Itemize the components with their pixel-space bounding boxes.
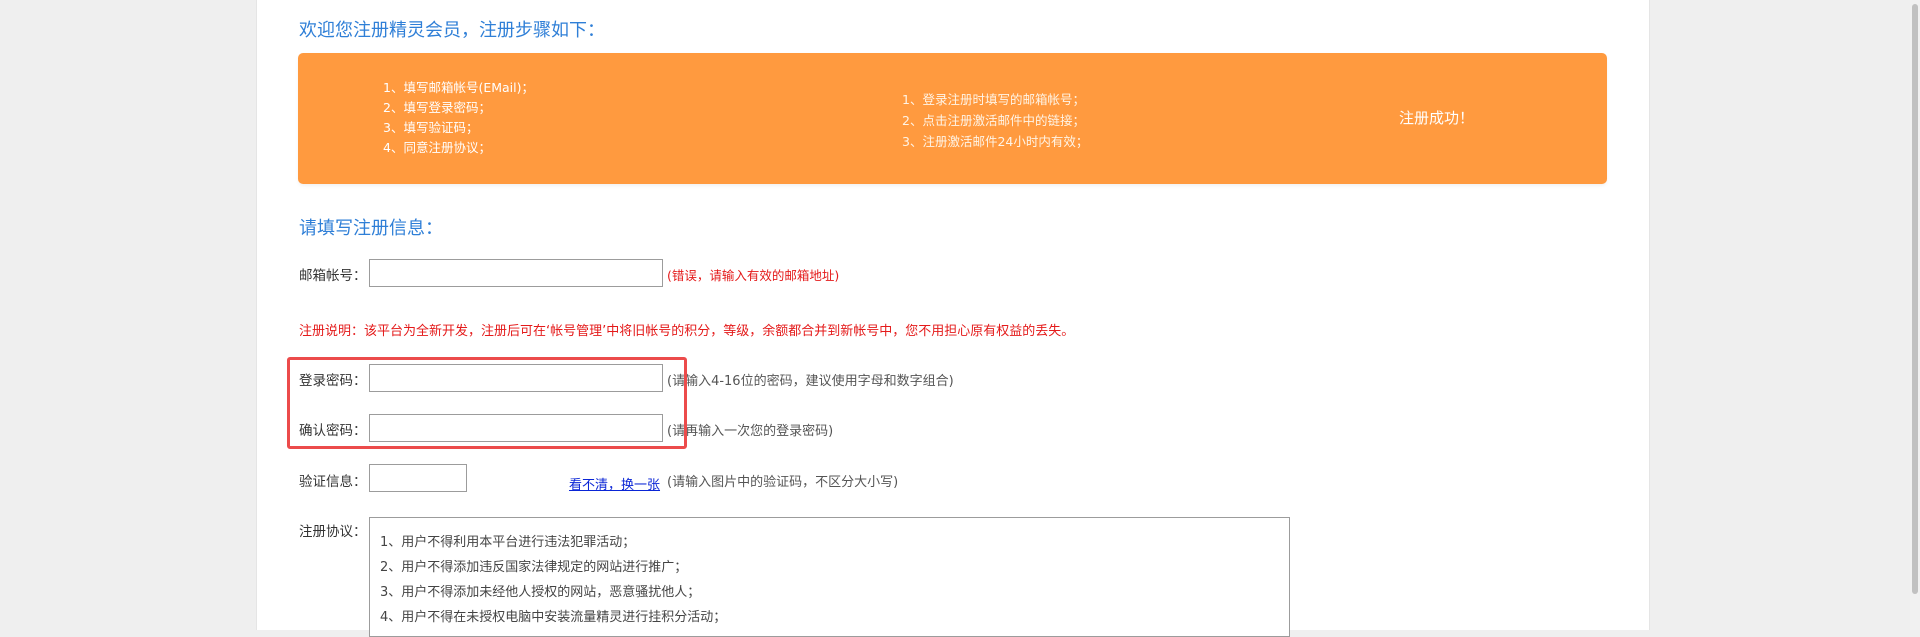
agreement-item: 3、用户不得添加未经他人授权的网站，恶意骚扰他人； bbox=[380, 585, 701, 600]
registration-steps-banner: 1、填写邮箱帐号(EMail)； 2、填写登录密码； 3、填写验证码； 4、同意… bbox=[299, 54, 1606, 183]
email-error-message: (错误，请输入有效的邮箱地址) bbox=[667, 268, 840, 283]
page-scrollbar[interactable] bbox=[1910, 0, 1920, 630]
confirm-password-label: 确认密码： bbox=[299, 423, 367, 439]
password-field[interactable] bbox=[369, 364, 663, 392]
confirm-password-hint: (请再输入一次您的登录密码) bbox=[667, 424, 834, 439]
captcha-label: 验证信息： bbox=[299, 474, 367, 490]
step-1-item: 4、同意注册协议； bbox=[383, 140, 491, 155]
step-1-list: 1、填写邮箱帐号(EMail)； 2、填写登录密码； 3、填写验证码； 4、同意… bbox=[383, 78, 534, 158]
step-1-item: 2、填写登录密码； bbox=[383, 100, 491, 115]
password-hint: (请输入4-16位的密码，建议使用字母和数字组合) bbox=[667, 374, 954, 389]
agreement-item: 1、用户不得利用本平台进行违法犯罪活动； bbox=[380, 535, 636, 550]
step-1-item: 1、填写邮箱帐号(EMail)； bbox=[383, 80, 534, 95]
step-1-item: 3、填写验证码； bbox=[383, 120, 479, 135]
password-label: 登录密码： bbox=[299, 373, 367, 389]
step-2-item: 1、登录注册时填写的邮箱帐号； bbox=[902, 92, 1085, 107]
refresh-captcha-link[interactable]: 看不清，换一张 bbox=[569, 474, 660, 493]
step-2-item: 3、注册激活邮件24小时内有效； bbox=[902, 134, 1089, 149]
fill-info-heading: 请填写注册信息： bbox=[299, 218, 443, 239]
agreement-item: 4、用户不得在未授权电脑中安装流量精灵进行挂积分活动； bbox=[380, 610, 727, 625]
step-2-list: 1、登录注册时填写的邮箱帐号； 2、点击注册激活邮件中的链接； 3、注册激活邮件… bbox=[902, 89, 1088, 152]
agreement-item: 2、用户不得添加违反国家法律规定的网站进行推广； bbox=[380, 560, 688, 575]
registration-page: 欢迎您注册精灵会员，注册步骤如下： 1、填写邮箱帐号(EMail)； 2、填写登… bbox=[256, 0, 1650, 637]
captcha-hint: (请输入图片中的验证码，不区分大小写) bbox=[667, 475, 899, 490]
agreement-label: 注册协议： bbox=[299, 524, 367, 540]
agreement-textarea[interactable]: 1、用户不得利用本平台进行违法犯罪活动； 2、用户不得添加违反国家法律规定的网站… bbox=[369, 517, 1290, 637]
step-3-success: 注册成功！ bbox=[1399, 109, 1475, 127]
registration-notice: 注册说明：该平台为全新开发，注册后可在‘帐号管理’中将旧帐号的积分，等级，余额都… bbox=[299, 324, 1075, 339]
scrollbar-thumb[interactable] bbox=[1912, 4, 1918, 594]
step-2-item: 2、点击注册激活邮件中的链接； bbox=[902, 113, 1085, 128]
captcha-field[interactable] bbox=[369, 464, 467, 492]
email-field[interactable] bbox=[369, 259, 663, 287]
welcome-heading: 欢迎您注册精灵会员，注册步骤如下： bbox=[299, 20, 605, 41]
confirm-password-field[interactable] bbox=[369, 414, 663, 442]
email-label: 邮箱帐号： bbox=[299, 268, 367, 284]
